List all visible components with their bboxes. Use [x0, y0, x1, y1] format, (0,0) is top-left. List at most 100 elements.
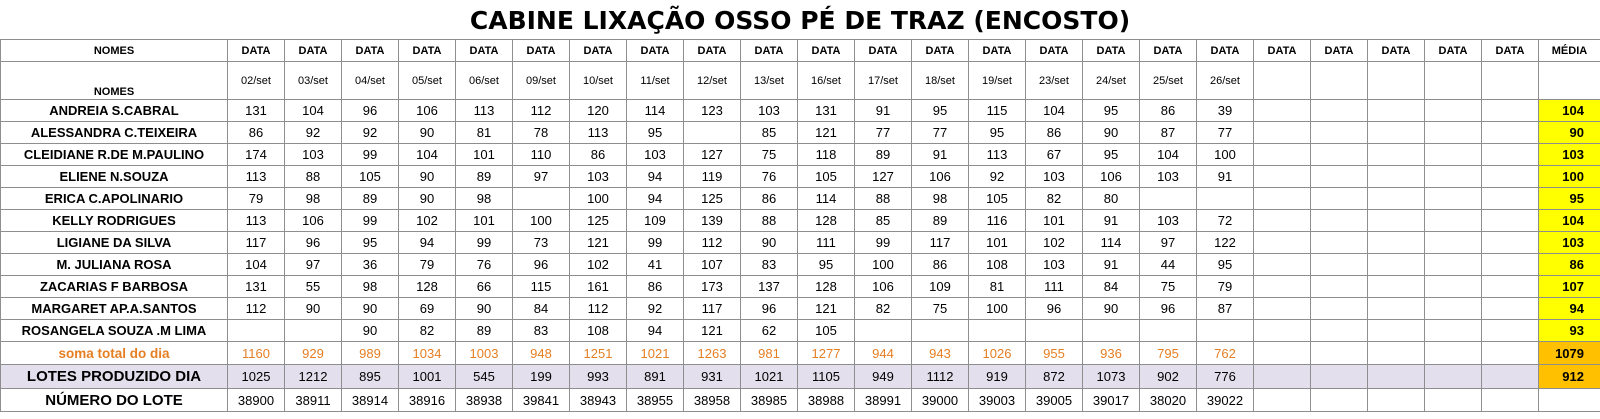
value-cell[interactable] [1196, 319, 1254, 342]
value-cell[interactable]: 105 [797, 319, 855, 342]
lotes-row-value[interactable]: 919 [968, 364, 1026, 389]
media-cell[interactable]: 86 [1538, 253, 1600, 276]
worker-name[interactable]: KELLY RODRIGUES [0, 209, 228, 232]
value-cell[interactable] [1481, 121, 1539, 144]
value-cell[interactable]: 97 [284, 253, 342, 276]
value-cell[interactable]: 66 [455, 275, 513, 298]
value-cell[interactable]: 104 [1025, 99, 1083, 122]
value-cell[interactable]: 112 [227, 297, 285, 320]
value-cell[interactable]: 104 [1139, 143, 1197, 166]
value-cell[interactable]: 100 [1196, 143, 1254, 166]
lot-number-row-value[interactable]: 38955 [626, 388, 684, 412]
lotes-row-value[interactable]: 891 [626, 364, 684, 389]
lot-number-row-value[interactable] [1367, 388, 1425, 412]
value-cell[interactable]: 121 [797, 121, 855, 144]
media-cell[interactable]: 90 [1538, 121, 1600, 144]
value-cell[interactable] [1253, 209, 1311, 232]
sum-row-value[interactable]: 1003 [455, 341, 513, 365]
value-cell[interactable] [1481, 231, 1539, 254]
value-cell[interactable] [1310, 253, 1368, 276]
value-cell[interactable] [1139, 319, 1197, 342]
value-cell[interactable]: 91 [1082, 253, 1140, 276]
value-cell[interactable]: 86 [227, 121, 285, 144]
value-cell[interactable] [1481, 253, 1539, 276]
value-cell[interactable]: 103 [1139, 209, 1197, 232]
worker-name[interactable]: CLEIDIANE R.DE M.PAULINO [0, 143, 228, 166]
sum-row-value[interactable]: 989 [341, 341, 399, 365]
value-cell[interactable]: 94 [626, 187, 684, 210]
lot-number-row-value[interactable]: 39000 [911, 388, 969, 412]
lot-number-row-value[interactable]: 38943 [569, 388, 627, 412]
value-cell[interactable]: 111 [1025, 275, 1083, 298]
lot-number-row-value[interactable]: 39022 [1196, 388, 1254, 412]
value-cell[interactable]: 123 [683, 99, 741, 122]
value-cell[interactable]: 69 [398, 297, 456, 320]
value-cell[interactable]: 44 [1139, 253, 1197, 276]
value-cell[interactable]: 92 [284, 121, 342, 144]
value-cell[interactable] [854, 319, 912, 342]
value-cell[interactable]: 101 [968, 231, 1026, 254]
value-cell[interactable]: 78 [512, 121, 570, 144]
sum-row-value[interactable] [1481, 341, 1539, 365]
value-cell[interactable] [1367, 275, 1425, 298]
value-cell[interactable]: 100 [854, 253, 912, 276]
value-cell[interactable]: 112 [683, 231, 741, 254]
value-cell[interactable] [968, 319, 1026, 342]
value-cell[interactable] [1253, 143, 1311, 166]
value-cell[interactable]: 90 [398, 121, 456, 144]
lotes-row-value[interactable]: 902 [1139, 364, 1197, 389]
value-cell[interactable] [1424, 297, 1482, 320]
value-cell[interactable]: 102 [1025, 231, 1083, 254]
value-cell[interactable]: 128 [398, 275, 456, 298]
value-cell[interactable]: 113 [455, 99, 513, 122]
lotes-row-value[interactable]: 993 [569, 364, 627, 389]
value-cell[interactable]: 77 [1196, 121, 1254, 144]
lot-number-row-value[interactable]: 39017 [1082, 388, 1140, 412]
media-cell[interactable]: 104 [1538, 209, 1600, 232]
lotes-row-value[interactable]: 1112 [911, 364, 969, 389]
value-cell[interactable] [1481, 187, 1539, 210]
sum-row-value[interactable]: 1263 [683, 341, 741, 365]
worker-name[interactable]: ERICA C.APOLINARIO [0, 187, 228, 210]
value-cell[interactable]: 86 [1025, 121, 1083, 144]
value-cell[interactable]: 113 [227, 209, 285, 232]
media-cell[interactable]: 103 [1538, 143, 1600, 166]
lotes-row-value[interactable]: 949 [854, 364, 912, 389]
value-cell[interactable]: 85 [740, 121, 798, 144]
lot-number-row-value[interactable]: 38958 [683, 388, 741, 412]
value-cell[interactable]: 103 [626, 143, 684, 166]
value-cell[interactable]: 86 [1139, 99, 1197, 122]
value-cell[interactable]: 116 [968, 209, 1026, 232]
lotes-row-value[interactable]: 1105 [797, 364, 855, 389]
value-cell[interactable]: 100 [569, 187, 627, 210]
value-cell[interactable]: 86 [569, 143, 627, 166]
value-cell[interactable] [1367, 231, 1425, 254]
value-cell[interactable]: 75 [1139, 275, 1197, 298]
value-cell[interactable] [1253, 231, 1311, 254]
value-cell[interactable] [1253, 319, 1311, 342]
value-cell[interactable]: 95 [1082, 99, 1140, 122]
value-cell[interactable]: 88 [740, 209, 798, 232]
lot-number-row-value[interactable] [1424, 388, 1482, 412]
worker-name[interactable]: MARGARET AP.A.SANTOS [0, 297, 228, 320]
lotes-row-value[interactable] [1481, 364, 1539, 389]
value-cell[interactable]: 82 [1025, 187, 1083, 210]
value-cell[interactable]: 108 [968, 253, 1026, 276]
media-cell[interactable]: 95 [1538, 187, 1600, 210]
lot-number-row-value[interactable]: 38985 [740, 388, 798, 412]
worker-name[interactable]: ALESSANDRA C.TEIXEIRA [0, 121, 228, 144]
value-cell[interactable]: 81 [968, 275, 1026, 298]
lot-number-row-value[interactable] [1481, 388, 1539, 412]
lot-number-row-value[interactable]: 39003 [968, 388, 1026, 412]
value-cell[interactable]: 97 [1139, 231, 1197, 254]
value-cell[interactable]: 99 [341, 143, 399, 166]
lot-number-row-value[interactable]: 39005 [1025, 388, 1083, 412]
sum-row-value[interactable]: 955 [1025, 341, 1083, 365]
value-cell[interactable] [1310, 319, 1368, 342]
lot-number-row-value[interactable] [1310, 388, 1368, 412]
value-cell[interactable] [1424, 319, 1482, 342]
value-cell[interactable]: 103 [1025, 253, 1083, 276]
value-cell[interactable]: 173 [683, 275, 741, 298]
value-cell[interactable]: 109 [626, 209, 684, 232]
value-cell[interactable]: 84 [512, 297, 570, 320]
